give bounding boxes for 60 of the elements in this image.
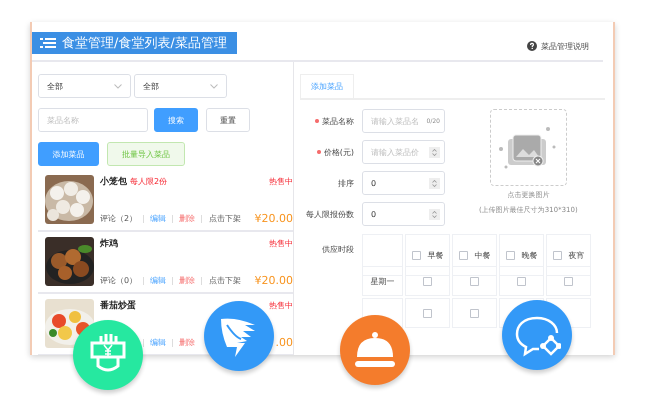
search-field[interactable]: 菜品名称 (38, 108, 148, 132)
text-input[interactable]: 0 (371, 210, 427, 218)
stepper-icon (429, 178, 440, 188)
help-link[interactable]: 菜品管理说明 (541, 40, 589, 52)
checkbox[interactable] (470, 276, 479, 286)
price: .00 (276, 336, 293, 349)
required-icon (315, 119, 319, 123)
text-input[interactable]: 请输入菜品名 (371, 116, 425, 126)
checkbox[interactable] (552, 250, 562, 260)
day-label: 星期一 (370, 276, 394, 286)
image-placeholder-icon (498, 124, 558, 170)
field-label: 价格(元) (324, 146, 354, 158)
required-icon (316, 150, 321, 154)
field-label: 排序 (338, 178, 354, 188)
meal-label: 夜宵 (568, 250, 584, 260)
limit-label: 每人限2份 (130, 176, 168, 187)
price: ¥20.00 (254, 212, 293, 225)
text-input[interactable]: 0 (371, 178, 427, 188)
field-label: 菜品名称 (322, 116, 354, 126)
meal-label: 晚餐 (522, 250, 538, 260)
help-icon (527, 41, 537, 51)
checkbox[interactable] (564, 276, 573, 286)
status-label: 热售中 (269, 300, 293, 311)
app-badge[interactable] (73, 320, 143, 390)
checkbox[interactable] (423, 276, 432, 286)
meal-label: 早餐 (428, 250, 444, 260)
checkbox[interactable] (423, 308, 432, 318)
checkbox[interactable] (506, 250, 514, 260)
input-field[interactable]: 请输入菜品价 (362, 140, 445, 164)
status-label: 热售中 (269, 176, 293, 187)
reset-button[interactable]: 重置 (206, 108, 250, 132)
status-label: 热售中 (269, 238, 293, 249)
stepper-icon (429, 208, 440, 220)
app-badge[interactable] (340, 315, 410, 385)
unlist-link[interactable]: 点击下架 (209, 214, 241, 223)
checkbox[interactable] (470, 308, 479, 318)
comments-link[interactable]: 评论（2） (100, 214, 138, 223)
input-field[interactable]: 0 (362, 202, 445, 226)
price: ¥20.00 (254, 274, 293, 287)
meal-label: 中餐 (474, 250, 490, 260)
input-field[interactable]: 0 (362, 171, 445, 195)
page-title: 食堂管理/食堂列表/菜品管理 (32, 32, 237, 54)
checkbox[interactable] (412, 250, 420, 260)
field-label: 供应时段 (321, 244, 354, 255)
dropdown[interactable]: 全部 (38, 74, 131, 98)
dish-name: 炸鸡 (100, 238, 118, 250)
chevron-down-icon (210, 84, 218, 88)
dish-name: 小笼包 (100, 175, 127, 188)
dropdown[interactable]: 全部 (134, 74, 227, 98)
checkbox[interactable] (517, 276, 526, 286)
field-label: 每人限报份数 (306, 208, 354, 220)
comments-link[interactable]: 评论（0） (100, 276, 138, 285)
menu-icon (40, 37, 56, 49)
stepper-icon (429, 146, 440, 158)
unlist-link[interactable]: 点击下架 (209, 276, 241, 285)
image-upload-area[interactable] (490, 109, 567, 186)
dish-name: 番茄炒蛋 (100, 299, 136, 312)
chevron-down-icon (114, 84, 122, 88)
text-input[interactable]: 请输入菜品价 (371, 148, 427, 156)
checkbox[interactable] (458, 250, 468, 260)
